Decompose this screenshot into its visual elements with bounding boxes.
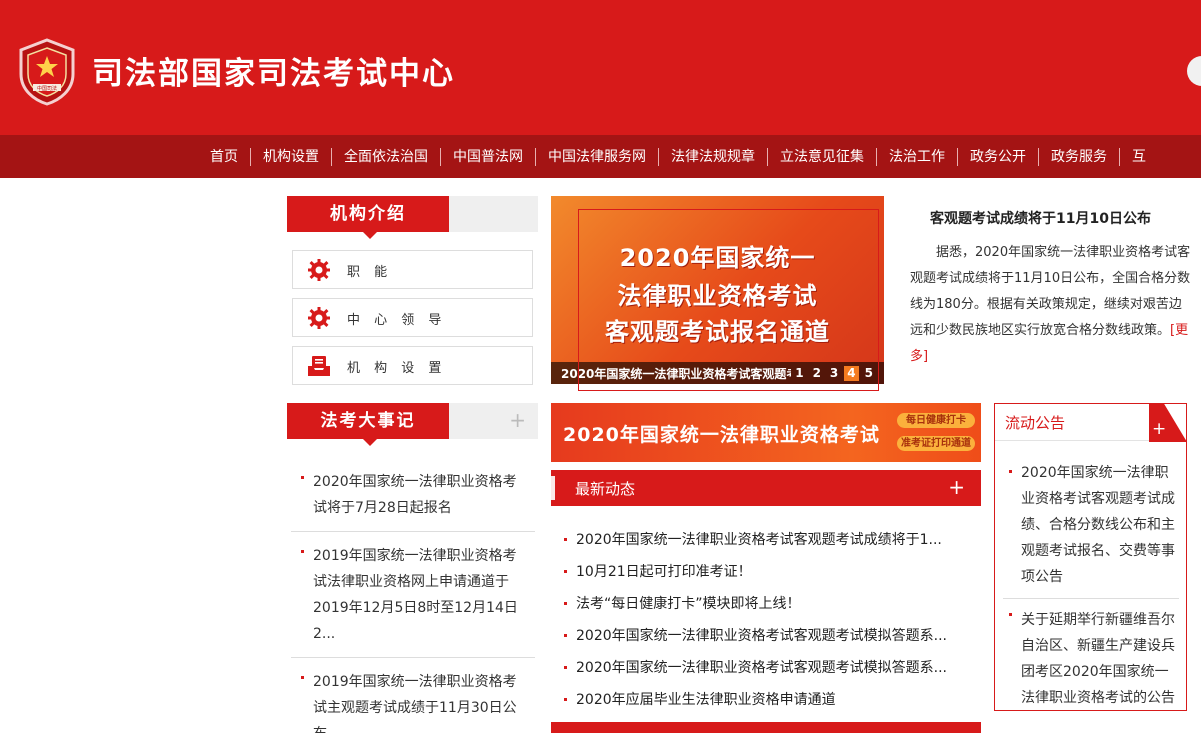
justice-emblem-icon[interactable]: 中国司法 bbox=[16, 36, 78, 106]
nav-item-home[interactable]: 首页 bbox=[198, 147, 251, 166]
nav-item-legal-education[interactable]: 中国普法网 bbox=[441, 147, 536, 166]
org-item-functions[interactable]: 职 能 bbox=[292, 250, 533, 289]
events-heading: 法考大事记 bbox=[287, 403, 449, 446]
news-item[interactable]: 2020年国家统一法律职业资格考试客观题考试成绩将于1... bbox=[562, 524, 967, 556]
site-header: 中国司法 司法部国家司法考试中心 bbox=[0, 0, 1201, 135]
org-item-label: 机 构 设 置 bbox=[347, 361, 447, 376]
exam-banner[interactable]: 2020年国家统一法律职业资格考试 每日健康打卡 准考证打印通道 bbox=[551, 403, 981, 462]
events-more-icon[interactable]: + bbox=[509, 409, 526, 431]
section-marker bbox=[551, 476, 555, 500]
event-item[interactable]: 2019年国家统一法律职业资格考试主观题考试成绩于11月30日公布 bbox=[291, 658, 535, 733]
nav-item-rule-of-law[interactable]: 全面依法治国 bbox=[332, 147, 441, 166]
events-list: 2020年国家统一法律职业资格考试将于7月28日起报名 2019年国家统一法律职… bbox=[291, 458, 535, 733]
org-intro-header: 机构介绍 bbox=[287, 196, 538, 239]
announcements-panel: 流动公告 + 2020年国家统一法律职业资格考试客观题考试成绩、合格分数线公布和… bbox=[994, 403, 1187, 711]
announcements-more-icon[interactable]: + bbox=[1152, 420, 1166, 438]
org-item-label: 职 能 bbox=[347, 265, 393, 280]
next-section-header bbox=[551, 722, 981, 733]
nav-item-government-affairs[interactable]: 政务公开 bbox=[958, 147, 1039, 166]
health-checkin-button[interactable]: 每日健康打卡 bbox=[897, 413, 975, 428]
exam-banner-text: 2020年国家统一法律职业资格考试 bbox=[563, 424, 880, 446]
top-story-title[interactable]: 客观题考试成绩将于11月10日公布 bbox=[930, 208, 1151, 228]
org-item-structure[interactable]: 机 构 设 置 bbox=[292, 346, 533, 385]
news-item[interactable]: 2020年国家统一法律职业资格考试客观题考试模拟答题系... bbox=[562, 620, 967, 652]
latest-news-header: 最新动态 + bbox=[551, 470, 981, 506]
latest-news-list: 2020年国家统一法律职业资格考试客观题考试成绩将于1... 10月21日起可打… bbox=[562, 524, 967, 716]
focus-frame bbox=[578, 209, 879, 391]
org-item-label: 中 心 领 导 bbox=[347, 313, 447, 328]
announcements-heading: 流动公告 bbox=[1005, 414, 1066, 432]
announcement-item[interactable]: 2020年国家统一法律职业资格考试客观题考试成绩、合格分数线公布和主观题考试报名… bbox=[1003, 456, 1179, 599]
nav-item-government-services[interactable]: 政务服务 bbox=[1039, 147, 1120, 166]
announcements-list: 2020年国家统一法律职业资格考试客观题考试成绩、合格分数线公布和主观题考试报名… bbox=[1003, 456, 1179, 710]
emblem-label: 中国司法 bbox=[37, 85, 57, 92]
latest-news-more-icon[interactable]: + bbox=[948, 476, 965, 498]
top-story-body: 据悉，2020年国家统一法律职业资格考试客观题考试成绩将于11月10日公布，全国… bbox=[910, 240, 1194, 370]
news-item[interactable]: 法考“每日健康打卡”模块即将上线！ bbox=[562, 588, 967, 620]
events-header: 法考大事记 + bbox=[287, 403, 538, 446]
nav-item-interaction[interactable]: 互 bbox=[1120, 148, 1158, 166]
main-nav: 首页 机构设置 全面依法治国 中国普法网 中国法律服务网 法律法规规章 立法意见… bbox=[0, 135, 1201, 178]
gear-icon bbox=[308, 307, 330, 329]
event-item[interactable]: 2020年国家统一法律职业资格考试将于7月28日起报名 bbox=[291, 458, 535, 532]
gear-icon bbox=[308, 259, 330, 281]
nav-item-legal-services[interactable]: 中国法律服务网 bbox=[536, 147, 659, 166]
org-item-leadership[interactable]: 中 心 领 导 bbox=[292, 298, 533, 337]
news-item[interactable]: 2020年应届毕业生法律职业资格申请通道 bbox=[562, 684, 967, 716]
search-toggle[interactable] bbox=[1187, 56, 1201, 86]
nav-item-organization[interactable]: 机构设置 bbox=[251, 147, 332, 166]
news-item[interactable]: 2020年国家统一法律职业资格考试客观题考试模拟答题系... bbox=[562, 652, 967, 684]
document-tray-icon bbox=[308, 356, 330, 376]
nav-item-legislation-feedback[interactable]: 立法意见征集 bbox=[768, 147, 877, 166]
admission-ticket-button[interactable]: 准考证打印通道 bbox=[897, 436, 975, 451]
latest-news-heading: 最新动态 bbox=[575, 480, 636, 498]
site-title[interactable]: 司法部国家司法考试中心 bbox=[92, 48, 455, 93]
announcements-divider bbox=[995, 440, 1150, 441]
top-story-text: 据悉，2020年国家统一法律职业资格考试客观题考试成绩将于11月10日公布，全国… bbox=[910, 245, 1191, 338]
org-intro-heading: 机构介绍 bbox=[287, 196, 449, 239]
announcement-item[interactable]: 关于延期举行新疆维吾尔自治区、新疆生产建设兵团考区2020年国家统一法律职业资格… bbox=[1003, 599, 1179, 710]
news-item[interactable]: 10月21日起可打印准考证！ bbox=[562, 556, 967, 588]
nav-item-legal-work[interactable]: 法治工作 bbox=[877, 147, 958, 166]
nav-item-regulations[interactable]: 法律法规规章 bbox=[659, 147, 768, 166]
event-item[interactable]: 2019年国家统一法律职业资格考试法律职业资格网上申请通道于2019年12月5日… bbox=[291, 532, 535, 658]
